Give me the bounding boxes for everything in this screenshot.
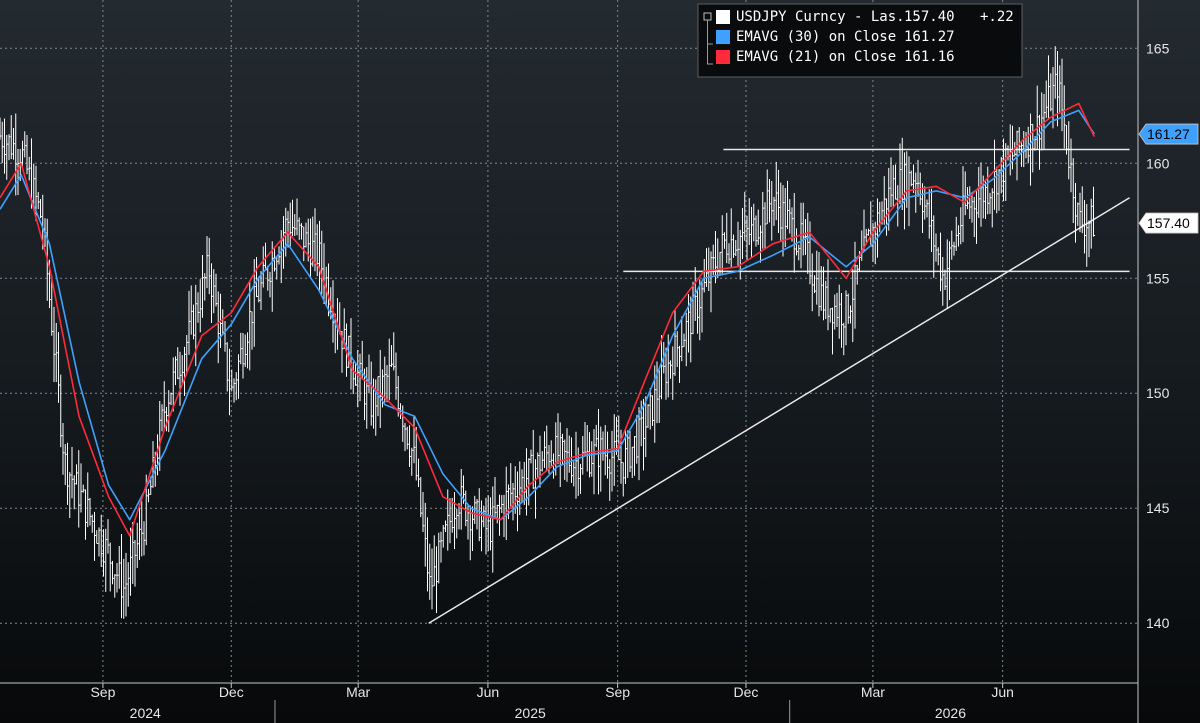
legend-swatch [716, 10, 730, 24]
legend-series-name: USDJPY Curncy - Las... [736, 9, 921, 25]
month-label: Sep [605, 684, 630, 700]
y-tick-label: 140 [1146, 615, 1170, 631]
series-layer [0, 46, 1096, 619]
grid [0, 0, 1138, 683]
year-label: 2025 [515, 705, 546, 721]
ema30-value-tag: 161.27 [1138, 123, 1199, 145]
month-label: Dec [219, 684, 244, 700]
legend-series-name: EMAVG (30) on Close [736, 29, 896, 45]
month-label: Mar [346, 684, 370, 700]
chart-canvas: 140 145 150 155 160 165 Sep Dec Mar Jun Sep Dec Mar J… [0, 0, 1199, 723]
legend-swatch [716, 50, 730, 64]
legend-series-value: 161.16 [904, 49, 955, 65]
y-tick-label: 145 [1146, 500, 1170, 516]
legend: USDJPY Curncy - Las...157.40 +.22 EMAVG (3… [697, 3, 1023, 78]
month-label: Jun [477, 684, 500, 700]
month-label: Dec [734, 684, 759, 700]
legend-swatch [716, 30, 730, 44]
legend-change: +.22 [980, 9, 1014, 25]
last-price-tag: 157.40 [1138, 212, 1199, 234]
legend-series-name: EMAVG (21) on Close [736, 49, 896, 65]
usdjpy-price-bars [0, 46, 1096, 619]
price-tags: 161.27 157.40 [1138, 123, 1199, 234]
month-label: Mar [861, 684, 885, 700]
y-tick-label: 155 [1146, 270, 1170, 286]
year-label: 2024 [130, 705, 161, 721]
usdjpy-chart: 140 145 150 155 160 165 Sep Dec Mar Jun Sep Dec Mar J… [0, 0, 1200, 723]
legend-series-value: 161.27 [904, 29, 955, 45]
legend-series-value: 157.40 [904, 9, 955, 25]
month-label: Sep [90, 684, 115, 700]
ema30-value-tag-label: 161.27 [1147, 126, 1190, 142]
year-label: 2026 [935, 705, 966, 721]
y-tick-label: 150 [1146, 385, 1170, 401]
month-label: Jun [991, 684, 1014, 700]
trendline [428, 197, 1130, 624]
last-price-tag-label: 157.40 [1147, 215, 1190, 231]
trendlines [428, 148, 1130, 624]
y-tick-label: 165 [1146, 40, 1170, 56]
y-tick-label: 160 [1146, 155, 1170, 171]
